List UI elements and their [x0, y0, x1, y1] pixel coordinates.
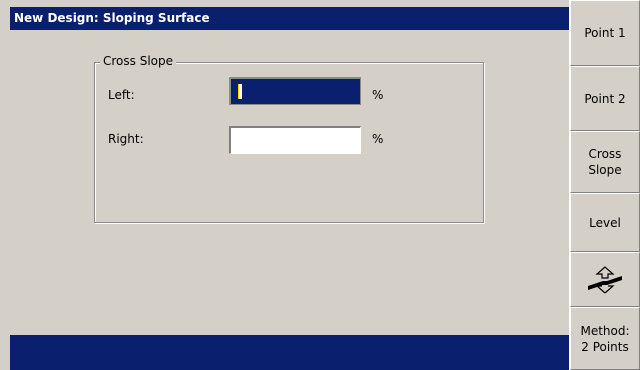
right-label: Right: — [108, 132, 144, 146]
status-bar — [10, 335, 569, 370]
method-label: Method: 2 Points — [580, 323, 630, 354]
left-unit: % — [372, 88, 384, 102]
window-title: New Design: Sloping Surface — [10, 7, 569, 30]
right-unit: % — [372, 132, 384, 146]
cross-slope-button[interactable]: Cross Slope — [570, 131, 640, 193]
left-label: Left: — [108, 88, 135, 102]
flip-arrows-icon — [588, 265, 622, 293]
level-button[interactable]: Level — [570, 193, 640, 252]
right-slope-input[interactable] — [229, 126, 361, 154]
point-2-button[interactable]: Point 2 — [570, 66, 640, 131]
point-2-label: Point 2 — [584, 91, 626, 106]
softkey-sidebar: Point 1 Point 2 Cross Slope Level Method… — [569, 0, 640, 370]
main-panel: New Design: Sloping Surface Cross Slope … — [0, 0, 569, 370]
point-1-button[interactable]: Point 1 — [570, 0, 640, 66]
point-1-label: Point 1 — [584, 26, 626, 40]
cross-slope-label: Cross Slope — [588, 147, 622, 177]
flip-direction-button[interactable] — [570, 252, 640, 307]
method-button[interactable]: Method: 2 Points — [570, 307, 640, 370]
group-label: Cross Slope — [100, 54, 177, 68]
text-caret — [238, 84, 242, 99]
left-slope-input[interactable] — [229, 77, 361, 105]
level-label: Level — [589, 215, 621, 230]
